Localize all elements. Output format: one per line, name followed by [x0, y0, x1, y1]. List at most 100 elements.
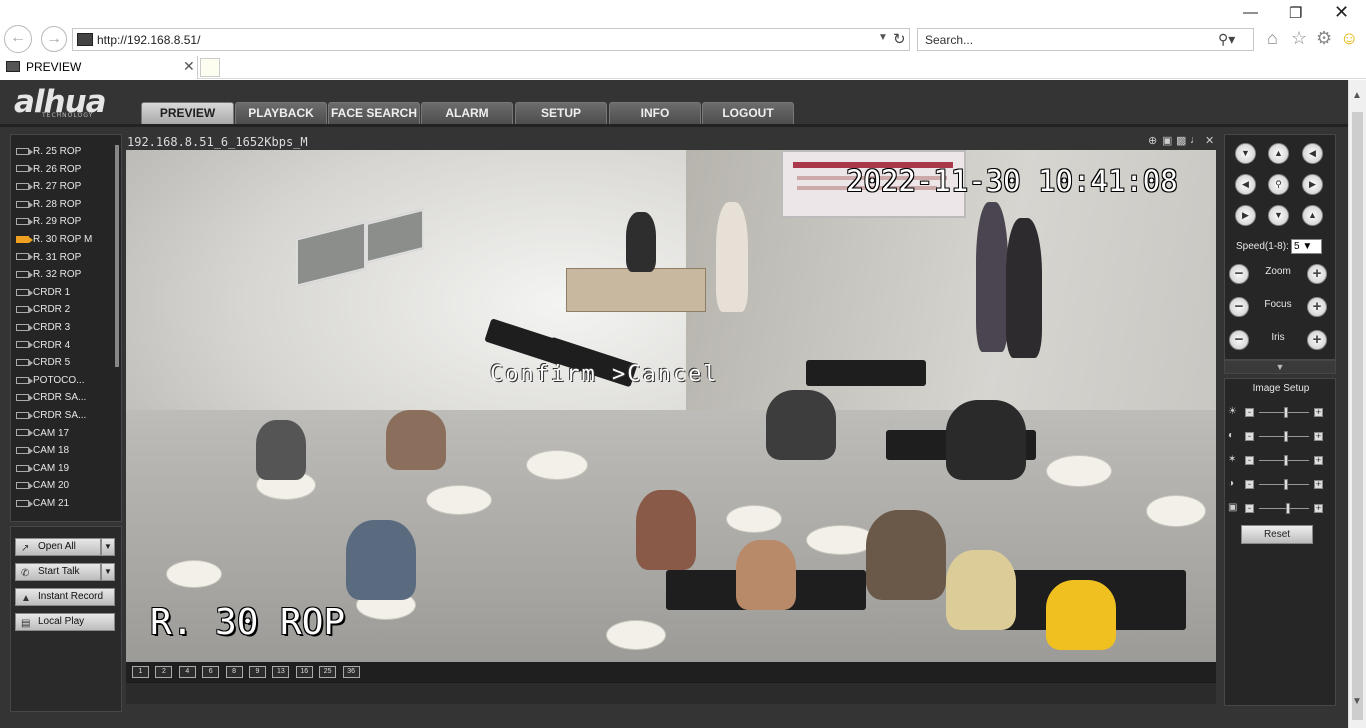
camera-item[interactable]: R. 28 ROP [16, 199, 116, 215]
menu-logout[interactable]: LOGOUT [702, 102, 794, 125]
local-play-button[interactable]: ▤ Local Play [15, 613, 115, 631]
feedback-smiley-icon[interactable]: ☺ [1340, 28, 1358, 49]
ptz-right-icon[interactable]: ▶ [1302, 174, 1323, 195]
minimize-icon[interactable]: — [1243, 4, 1258, 21]
slider-plus-icon[interactable]: + [1314, 480, 1323, 489]
layout-6-button[interactable]: 6 [202, 666, 220, 678]
menu-playback[interactable]: PLAYBACK [235, 102, 327, 125]
focus-plus-icon[interactable]: + [1307, 297, 1327, 317]
camera-item[interactable]: R. 30 ROP M [16, 234, 116, 250]
menu-setup[interactable]: SETUP [515, 102, 607, 125]
home-icon[interactable]: ⌂ [1267, 28, 1278, 49]
slider-minus-icon[interactable]: - [1245, 456, 1254, 465]
camera-item[interactable]: R. 31 ROP [16, 252, 116, 268]
ptz-collapse-icon[interactable]: ▼ [1224, 360, 1336, 374]
camera-item[interactable]: CAM 18 [16, 445, 116, 461]
osd-confirm-cancel-menu[interactable]: Confirm >Cancel [490, 362, 719, 387]
iris-minus-icon[interactable]: − [1229, 330, 1249, 350]
address-dropdown-icon[interactable]: ▼ [878, 32, 888, 43]
camera-item[interactable]: R. 29 ROP [16, 216, 116, 232]
scroll-down-icon[interactable]: ▼ [1352, 696, 1362, 707]
layout-4-button[interactable]: 4 [178, 666, 196, 678]
back-icon[interactable]: ← [4, 25, 32, 53]
camera-list-scrollbar[interactable] [115, 145, 119, 367]
slider-thumb[interactable] [1286, 503, 1290, 514]
menu-alarm[interactable]: ALARM [421, 102, 513, 125]
favorites-star-icon[interactable]: ☆ [1291, 28, 1307, 49]
zoom-plus-icon[interactable]: + [1307, 264, 1327, 284]
camera-item[interactable]: CRDR 5 [16, 357, 116, 373]
digital-zoom-icon[interactable]: ⊕ [1148, 134, 1157, 147]
slider-track[interactable] [1259, 508, 1309, 509]
camera-video-feed[interactable]: 2022-11-30 10:41:08 Confirm >Cancel R. 3… [126, 150, 1216, 662]
zoom-minus-icon[interactable]: − [1229, 264, 1249, 284]
snapshot-icon[interactable]: ▩ [1176, 134, 1186, 147]
refresh-icon[interactable]: ↻ [893, 30, 906, 48]
record-icon[interactable]: ▣ [1162, 134, 1172, 147]
speed-select[interactable]: 5 ▼ [1291, 239, 1322, 254]
slider-plus-icon[interactable]: + [1314, 408, 1323, 417]
camera-item[interactable]: CRDR SA... [16, 410, 116, 426]
camera-item[interactable]: R. 27 ROP [16, 181, 116, 197]
start-talk-dropdown[interactable]: ▼ [101, 563, 115, 581]
audio-icon[interactable]: ♩ [1190, 134, 1201, 146]
slider-plus-icon[interactable]: + [1314, 432, 1323, 441]
ptz-up-right-icon[interactable]: ◀ [1302, 143, 1323, 164]
menu-face-search[interactable]: FACE SEARCH [328, 102, 420, 125]
camera-item[interactable]: R. 25 ROP [16, 146, 116, 162]
ptz-down-left-icon[interactable]: ▶ [1235, 205, 1256, 226]
ptz-left-icon[interactable]: ◀ [1235, 174, 1256, 195]
ptz-up-icon[interactable]: ▲ [1268, 143, 1289, 164]
address-bar[interactable]: http://192.168.8.51/ ▼ ↻ [72, 28, 910, 51]
camera-item[interactable]: CRDR SA... [16, 392, 116, 408]
layout-13-button[interactable]: 13 [272, 666, 290, 678]
layout-16-button[interactable]: 16 [295, 666, 313, 678]
restore-icon[interactable]: ❐ [1289, 4, 1302, 22]
ptz-down-icon[interactable]: ▼ [1268, 205, 1289, 226]
camera-item[interactable]: CAM 21 [16, 498, 116, 514]
instant-record-button[interactable]: ▲ Instant Record [15, 588, 115, 606]
open-all-dropdown[interactable]: ▼ [101, 538, 115, 556]
camera-item[interactable]: CRDR 1 [16, 287, 116, 303]
camera-item[interactable]: R. 32 ROP [16, 269, 116, 285]
slider-thumb[interactable] [1284, 479, 1288, 490]
camera-item[interactable]: CRDR 4 [16, 340, 116, 356]
iris-plus-icon[interactable]: + [1307, 330, 1327, 350]
reset-button[interactable]: Reset [1241, 525, 1313, 544]
ptz-auto-icon[interactable]: ⚲ [1268, 174, 1289, 195]
menu-info[interactable]: INFO [609, 102, 701, 125]
forward-icon[interactable]: → [41, 26, 67, 52]
slider-thumb[interactable] [1284, 455, 1288, 466]
layout-2-button[interactable]: 2 [155, 666, 173, 678]
slider-minus-icon[interactable]: - [1245, 432, 1254, 441]
focus-minus-icon[interactable]: − [1229, 297, 1249, 317]
camera-item[interactable]: CAM 20 [16, 480, 116, 496]
camera-item[interactable]: CRDR 3 [16, 322, 116, 338]
start-talk-button[interactable]: ✆ Start Talk [15, 563, 101, 581]
slider-minus-icon[interactable]: - [1245, 504, 1254, 513]
browser-search-input[interactable]: Search... ⚲▾ [917, 28, 1254, 51]
layout-1-button[interactable]: 1 [132, 666, 149, 678]
search-icon[interactable]: ⚲▾ [1218, 31, 1235, 48]
settings-gear-icon[interactable]: ⚙ [1316, 28, 1332, 49]
camera-item[interactable]: R. 26 ROP [16, 164, 116, 180]
slider-thumb[interactable] [1284, 431, 1288, 442]
slider-minus-icon[interactable]: - [1245, 408, 1254, 417]
slider-plus-icon[interactable]: + [1314, 504, 1323, 513]
camera-item[interactable]: POTOCO... [16, 375, 116, 391]
slider-plus-icon[interactable]: + [1314, 456, 1323, 465]
new-tab-icon[interactable] [200, 58, 220, 77]
close-tab-icon[interactable]: ✕ [183, 58, 195, 75]
close-window-icon[interactable]: ✕ [1334, 2, 1349, 23]
slider-minus-icon[interactable]: - [1245, 480, 1254, 489]
ptz-down-right-icon[interactable]: ▲ [1302, 205, 1323, 226]
scroll-thumb[interactable] [1352, 112, 1363, 720]
open-all-button[interactable]: ↗ Open All [15, 538, 101, 556]
scroll-up-icon[interactable]: ▲ [1352, 90, 1362, 101]
close-video-icon[interactable]: ✕ [1205, 134, 1214, 147]
layout-36-button[interactable]: 36 [342, 666, 360, 678]
menu-preview[interactable]: PREVIEW [141, 102, 234, 125]
camera-item[interactable]: CRDR 2 [16, 304, 116, 320]
page-scrollbar[interactable]: ▲ ▼ [1348, 80, 1366, 728]
layout-25-button[interactable]: 25 [319, 666, 337, 678]
